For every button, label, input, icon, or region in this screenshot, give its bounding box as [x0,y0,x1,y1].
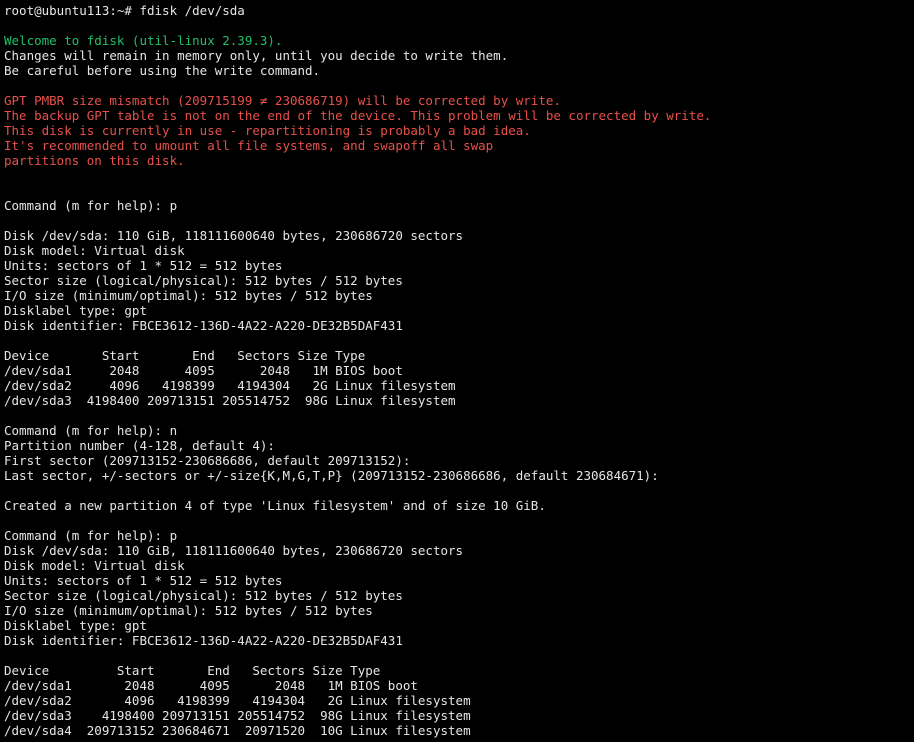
terminal-line: /dev/sda2 4096 4198399 4194304 2G Linux … [4,693,471,708]
terminal-line: Disk /dev/sda: 110 GiB, 118111600640 byt… [4,228,464,243]
terminal-line: /dev/sda3 4198400 209713151 205514752 98… [4,708,471,723]
terminal-line: Sector size (logical/physical): 512 byte… [4,273,403,288]
terminal-line: The backup GPT table is not on the end o… [4,108,712,123]
terminal-line: This disk is currently in use - repartit… [4,123,531,138]
terminal-line: Disk /dev/sda: 110 GiB, 118111600640 byt… [4,543,464,558]
terminal-line: Device Start End Sectors Size Type [4,663,381,678]
terminal-line: Disklabel type: gpt [4,618,147,633]
terminal-line: Changes will remain in memory only, unti… [4,48,509,63]
terminal-line: Disk identifier: FBCE3612-136D-4A22-A220… [4,318,403,333]
terminal-line: /dev/sda2 4096 4198399 4194304 2G Linux … [4,378,456,393]
terminal-line: Units: sectors of 1 * 512 = 512 bytes [4,573,283,588]
terminal-line: Disk model: Virtual disk [4,243,185,258]
terminal-line: Be careful before using the write comman… [4,63,321,78]
terminal-line: Disk model: Virtual disk [4,558,185,573]
terminal-line: Disk identifier: FBCE3612-136D-4A22-A220… [4,633,403,648]
terminal-line: /dev/sda4 209713152 230684671 20971520 1… [4,723,471,738]
terminal-line: Welcome to fdisk (util-linux 2.39.3). [4,33,283,48]
terminal-line: /dev/sda3 4198400 209713151 205514752 98… [4,393,456,408]
terminal-line: Command (m for help): p [4,198,178,213]
terminal-line: Command (m for help): p [4,528,178,543]
terminal-line: I/O size (minimum/optimal): 512 bytes / … [4,603,373,618]
terminal-window[interactable]: root@ubuntu113:~# fdisk /dev/sda Welcome … [0,0,914,742]
terminal-line: First sector (209713152-230686686, defau… [4,453,411,468]
terminal-line: partitions on this disk. [4,153,185,168]
terminal-line: Sector size (logical/physical): 512 byte… [4,588,403,603]
terminal-line: Created a new partition 4 of type 'Linux… [4,498,546,513]
terminal-line: root@ubuntu113:~# fdisk /dev/sda [4,3,245,18]
terminal-line: /dev/sda1 2048 4095 2048 1M BIOS boot [4,678,418,693]
terminal-line: Disklabel type: gpt [4,303,147,318]
terminal-line: I/O size (minimum/optimal): 512 bytes / … [4,288,373,303]
terminal-line: Device Start End Sectors Size Type [4,348,366,363]
terminal-line: Last sector, +/-sectors or +/-size{K,M,G… [4,468,659,483]
terminal-line: Command (m for help): n [4,423,178,438]
terminal-line: It's recommended to umount all file syst… [4,138,494,153]
terminal-line: GPT PMBR size mismatch (209715199 ≠ 2306… [4,93,561,108]
terminal-line: Units: sectors of 1 * 512 = 512 bytes [4,258,283,273]
terminal-line: /dev/sda1 2048 4095 2048 1M BIOS boot [4,363,403,378]
terminal-output: root@ubuntu113:~# fdisk /dev/sda Welcome … [4,3,914,738]
terminal-line: Partition number (4-128, default 4): [4,438,275,453]
